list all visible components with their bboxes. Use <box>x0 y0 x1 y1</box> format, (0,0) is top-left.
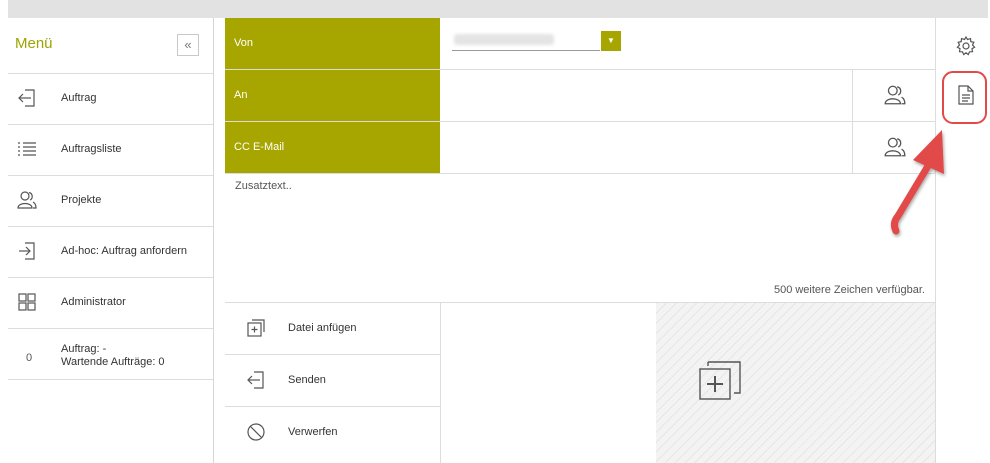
status-order: Auftrag: - <box>61 343 107 355</box>
cc-row: CC E-Mail <box>225 122 935 174</box>
discard-button[interactable]: Verwerfen <box>225 407 440 458</box>
von-label: Von <box>234 37 253 49</box>
attach-file-button[interactable]: Datei anfügen <box>225 303 440 355</box>
sidebar-item-auftrag[interactable]: Auftrag <box>8 74 213 125</box>
file-drop-zone[interactable] <box>656 303 935 463</box>
sidebar: Menü « Auftrag Auftragsliste Projekte Ad… <box>8 18 214 463</box>
action-list: Datei anfügen Senden Verwerfen <box>225 303 441 463</box>
sidebar-item-administrator[interactable]: Administrator <box>8 278 213 329</box>
an-label: An <box>234 89 248 101</box>
menu-title: Menü <box>15 35 53 52</box>
von-select[interactable] <box>452 32 600 51</box>
attach-file-label: Datei anfügen <box>288 322 357 334</box>
contacts-icon <box>883 83 907 107</box>
add-file-icon <box>696 357 746 407</box>
order-status: 0 Auftrag: - Wartende Aufträge: 0 <box>8 329 213 380</box>
char-counter: 500 weitere Zeichen verfügbar. <box>773 284 925 296</box>
top-bar <box>8 0 988 18</box>
additional-text-placeholder: Zusatztext.. <box>235 180 292 192</box>
dropdown-arrow-icon[interactable]: ▼ <box>601 31 621 51</box>
sidebar-item-label: Auftragsliste <box>61 143 122 155</box>
sidebar-item-ad-hoc[interactable]: Ad-hoc: Auftrag anfordern <box>8 227 213 278</box>
users-icon <box>16 189 38 211</box>
an-label-cell: An <box>225 70 440 121</box>
status-count: 0 <box>26 352 33 364</box>
sidebar-item-label: Administrator <box>61 296 126 308</box>
menu-header: Menü « <box>8 18 213 74</box>
additional-text-input[interactable]: Zusatztext.. 500 weitere Zeichen verfügb… <box>225 174 935 303</box>
highlight-circle <box>942 71 987 124</box>
von-row: Von ▼ <box>225 18 935 70</box>
von-selected-value-redacted <box>454 34 554 45</box>
arrow-left-into-bracket-icon <box>16 87 38 109</box>
sidebar-item-auftragsliste[interactable]: Auftragsliste <box>8 125 213 176</box>
attach-file-icon <box>245 317 267 339</box>
von-label-cell: Von <box>225 18 440 69</box>
discard-label: Verwerfen <box>288 426 338 438</box>
sidebar-item-label: Auftrag <box>61 92 97 104</box>
discard-icon <box>245 421 267 443</box>
cc-label-cell: CC E-Mail <box>225 122 440 173</box>
sidebar-item-label: Projekte <box>61 194 102 206</box>
collapse-menu-button[interactable]: « <box>177 34 199 56</box>
gear-icon[interactable] <box>955 35 977 57</box>
an-row: An <box>225 70 935 122</box>
send-button[interactable]: Senden <box>225 355 440 407</box>
order-form: Von ▼ An CC E-Mail Zusatztext.. 500 weit… <box>225 18 935 463</box>
list-icon <box>16 138 38 160</box>
send-icon <box>245 369 267 391</box>
cc-label: CC E-Mail <box>234 141 285 153</box>
sidebar-item-label: Ad-hoc: Auftrag anfordern <box>61 245 187 257</box>
an-contacts-button[interactable] <box>852 70 936 121</box>
grid-icon <box>16 291 38 313</box>
annotation-arrow <box>890 130 944 235</box>
arrow-right-into-bracket-icon <box>16 240 38 262</box>
sidebar-item-projekte[interactable]: Projekte <box>8 176 213 227</box>
status-waiting-orders: Wartende Aufträge: 0 <box>61 356 165 368</box>
send-label: Senden <box>288 374 326 386</box>
